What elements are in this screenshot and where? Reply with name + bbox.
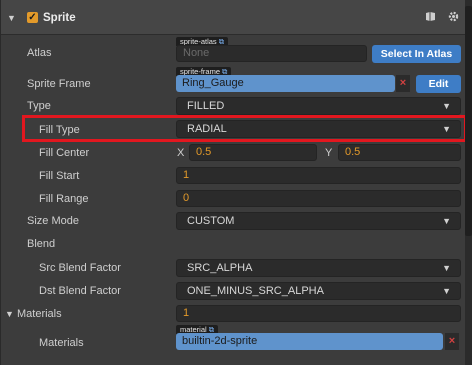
fill-center-x-label: X [177,147,185,159]
fill-start-label: Fill Start [39,170,80,182]
src-blend-value: SRC_ALPHA [187,262,253,274]
materials-group-label: Materials [17,308,62,320]
src-blend-label: Src Blend Factor [39,262,121,274]
fill-center-y-input[interactable]: 0.5 [338,144,461,161]
src-blend-dropdown[interactable]: SRC_ALPHA ▼ [176,259,461,277]
dropdown-arrow-icon: ▼ [442,286,451,296]
vertical-scrollbar[interactable] [465,0,472,365]
type-value: FILLED [187,100,225,112]
dst-blend-label: Dst Blend Factor [39,285,121,297]
fill-center-y-label: Y [325,147,333,159]
materials-count-input[interactable]: 1 [176,305,461,322]
sprite-frame-label: Sprite Frame [27,78,91,90]
dropdown-arrow-icon: ▼ [442,216,451,226]
materials-collapse-arrow-icon[interactable]: ▼ [5,309,14,319]
type-dropdown[interactable]: FILLED ▼ [176,97,461,115]
component-title: Sprite [43,12,76,24]
highlight-box [22,115,467,142]
blend-label: Blend [27,238,56,250]
fill-range-input[interactable]: 0 [176,190,461,207]
size-mode-label: Size Mode [27,215,79,227]
select-in-atlas-button[interactable]: Select In Atlas [372,45,461,63]
dst-blend-value: ONE_MINUS_SRC_ALPHA [187,285,324,297]
size-mode-value: CUSTOM [187,215,235,227]
book-icon[interactable] [424,11,436,23]
material-clear-button[interactable]: × [445,333,459,350]
gear-icon[interactable] [447,11,459,23]
fill-start-input[interactable]: 1 [176,167,461,184]
fill-range-label: Fill Range [39,193,89,205]
edit-button[interactable]: Edit [416,75,461,93]
size-mode-dropdown[interactable]: CUSTOM ▼ [176,212,461,230]
collapse-arrow-icon[interactable]: ▼ [7,13,16,23]
properties-panel: ▼ ✓ Sprite Atlas sprite-atlas ⧉ None Sele… [0,0,467,365]
dropdown-arrow-icon: ▼ [442,101,451,111]
component-header[interactable]: ▼ ✓ Sprite [1,0,466,35]
fill-center-x-input[interactable]: 0.5 [189,144,317,161]
materials-item-label: Materials [39,337,84,349]
sprite-frame-clear-button[interactable]: × [396,75,410,92]
scrollbar-thumb[interactable] [465,6,472,236]
atlas-label: Atlas [27,47,52,59]
dropdown-arrow-icon: ▼ [442,263,451,273]
dst-blend-dropdown[interactable]: ONE_MINUS_SRC_ALPHA ▼ [176,282,461,300]
fill-center-label: Fill Center [39,147,90,159]
atlas-field[interactable]: None [176,45,367,62]
sprite-frame-field[interactable]: Ring_Gauge [176,75,395,92]
material-field[interactable]: builtin-2d-sprite [176,333,443,350]
enabled-checkbox[interactable]: ✓ [27,12,38,23]
type-label: Type [27,100,51,112]
